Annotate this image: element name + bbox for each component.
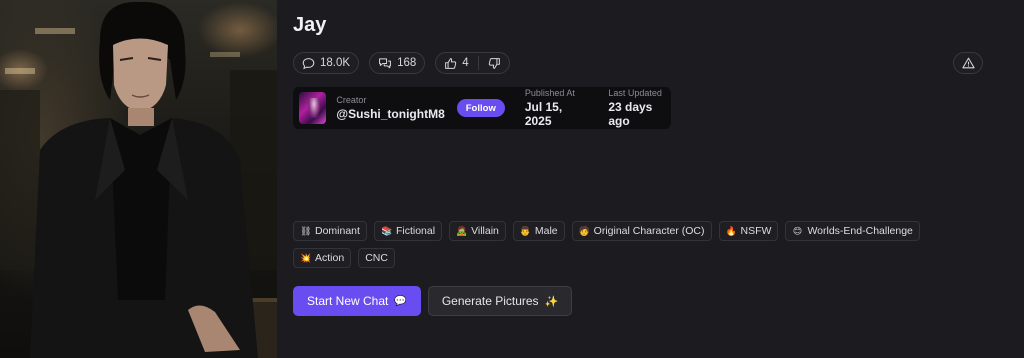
- action-buttons: Start New Chat 💬 Generate Pictures ✨: [293, 286, 573, 316]
- man-icon: 👨: [519, 225, 532, 236]
- speech-bubble-icon: 💬: [394, 295, 407, 307]
- tag-action[interactable]: 💥 Action: [293, 248, 352, 268]
- chats-count: 168: [397, 57, 417, 69]
- tag-villain[interactable]: 🧟 Villain: [449, 221, 506, 241]
- chats-stat: 168: [369, 52, 426, 74]
- chain-icon: ⛓: [300, 225, 312, 236]
- tag-nsfw[interactable]: 🔥 NSFW: [718, 221, 779, 241]
- tag-label: Male: [534, 225, 558, 237]
- creator-label: Creator: [336, 95, 367, 105]
- character-name: Jay: [293, 14, 327, 36]
- published-date: Jul 15, 2025: [524, 100, 563, 128]
- explosion-icon: 💥: [300, 252, 312, 263]
- portrait-image: [0, 1, 277, 358]
- tag-label: Action: [315, 252, 345, 264]
- person-icon: 🧑: [578, 225, 590, 236]
- tag-label: NSFW: [740, 225, 772, 237]
- dislike-button[interactable]: [488, 57, 501, 70]
- rating-control: 4: [435, 52, 510, 74]
- tag-label: Villain: [471, 225, 499, 237]
- thumbs-down-icon: [488, 57, 500, 69]
- tag-label: Original Character (OC): [593, 225, 705, 237]
- tag-label: Dominant: [315, 225, 360, 237]
- villain-icon: 🧟: [456, 225, 468, 236]
- updated-date: 23 days ago: [608, 100, 653, 128]
- tag-male[interactable]: 👨 Male: [512, 221, 565, 241]
- start-new-chat-button[interactable]: Start New Chat 💬: [293, 286, 421, 316]
- follow-button[interactable]: Follow: [456, 99, 505, 117]
- likes-count: 4: [462, 57, 469, 69]
- character-portrait: [0, 0, 277, 358]
- tag-list: ⛓ Dominant 📚 Fictional 🧟 Villain 👨 Male 🧑 Ori…: [293, 221, 983, 268]
- books-icon: 📚: [380, 225, 393, 236]
- creator-handle[interactable]: @Sushi_tonightM8: [336, 107, 444, 121]
- updated-label: Last Updated: [608, 88, 662, 98]
- tag-label: CNC: [365, 252, 388, 264]
- tag-dominant[interactable]: ⛓ Dominant: [293, 221, 367, 241]
- tag-label: Fictional: [395, 225, 436, 237]
- views-stat: 18.0K: [293, 52, 360, 74]
- published-info: Published At Jul 15, 2025: [525, 88, 586, 128]
- published-label: Published At: [524, 88, 575, 98]
- smile-icon: 😊: [792, 225, 803, 236]
- stats-bar: 18.0K 168 4: [293, 52, 510, 74]
- tag-cnc[interactable]: CNC: [358, 248, 395, 268]
- fire-icon: 🔥: [725, 225, 737, 236]
- divider: [477, 56, 479, 70]
- start-chat-label: Start New Chat: [307, 294, 389, 308]
- tag-label: Worlds-End-Challenge: [807, 225, 913, 237]
- tag-fictional[interactable]: 📚 Fictional: [373, 221, 443, 241]
- creator-info: Creator @Sushi_tonightM8: [336, 95, 444, 121]
- like-button[interactable]: 4: [444, 57, 469, 70]
- messages-icon: [379, 57, 392, 68]
- creator-avatar[interactable]: [299, 92, 327, 124]
- creator-card: Creator @Sushi_tonightM8 Follow Publishe…: [293, 87, 671, 129]
- generate-pictures-button[interactable]: Generate Pictures ✨: [427, 286, 573, 316]
- views-count: 18.0K: [320, 57, 351, 69]
- generate-label: Generate Pictures: [441, 294, 539, 308]
- thumbs-up-icon: [445, 57, 457, 69]
- tag-original-character[interactable]: 🧑 Original Character (OC): [571, 221, 712, 241]
- tag-worlds-end-challenge[interactable]: 😊 Worlds-End-Challenge: [785, 221, 920, 241]
- updated-info: Last Updated 23 days ago: [608, 88, 671, 128]
- sparkles-icon: ✨: [544, 295, 559, 308]
- warning-icon: [961, 57, 975, 69]
- report-button[interactable]: [953, 52, 983, 74]
- chat-bubble-icon: [302, 57, 315, 69]
